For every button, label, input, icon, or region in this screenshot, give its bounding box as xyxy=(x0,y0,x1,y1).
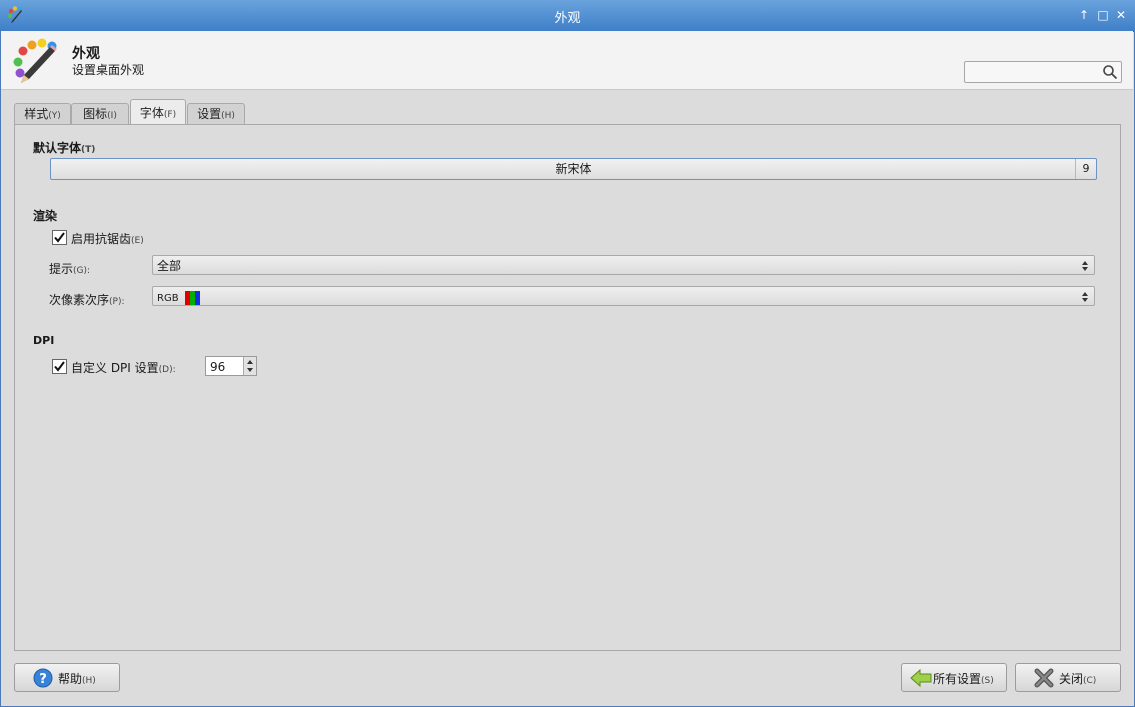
svg-text:?: ? xyxy=(39,672,47,687)
dpi-heading: DPI xyxy=(33,334,55,347)
back-arrow-icon xyxy=(910,668,932,688)
close-window-button[interactable]: ✕ xyxy=(1114,8,1128,22)
hint-select[interactable]: 全部 xyxy=(152,255,1095,275)
custom-dpi-label: 自定义 DPI 设置(D): xyxy=(71,361,176,375)
rgb-order-icon xyxy=(185,290,201,305)
page-subtitle: 设置桌面外观 xyxy=(72,63,145,77)
help-icon: ? xyxy=(33,668,53,688)
antialias-label: 启用抗锯齿(E) xyxy=(71,232,144,246)
rendering-heading: 渲染 xyxy=(33,209,58,223)
search-input[interactable] xyxy=(964,61,1122,83)
appearance-icon xyxy=(13,38,57,83)
page-title: 外观 xyxy=(72,46,100,62)
checkmark-icon xyxy=(54,232,65,243)
close-icon xyxy=(1034,668,1054,688)
tab-fonts[interactable]: 字体(F) xyxy=(130,99,186,126)
default-font-button[interactable]: 新宋体 9 xyxy=(50,158,1097,180)
hint-label: 提示(G): xyxy=(49,262,91,276)
checkmark-icon xyxy=(54,361,65,372)
dpi-spinbox[interactable]: 96 xyxy=(205,356,257,376)
subpixel-value: RGB xyxy=(157,293,179,304)
dpi-value: 96 xyxy=(210,360,226,374)
all-settings-button[interactable]: 所有设置(S) xyxy=(901,663,1007,692)
close-button[interactable]: 关闭(C) xyxy=(1015,663,1121,692)
hint-value: 全部 xyxy=(157,259,182,273)
tab-settings[interactable]: 设置(H) xyxy=(187,103,245,125)
subpixel-label: 次像素次序(P): xyxy=(49,293,125,307)
title-bar: 外观 ↑ □ ✕ xyxy=(0,0,1135,32)
spin-arrows-icon xyxy=(247,360,253,372)
fonts-panel xyxy=(14,124,1121,651)
search-icon xyxy=(1103,65,1118,80)
window-title: 外观 xyxy=(554,11,581,26)
spin-buttons[interactable] xyxy=(243,357,256,375)
font-name: 新宋体 xyxy=(555,162,592,176)
antialias-checkbox[interactable] xyxy=(52,230,67,245)
font-size: 9 xyxy=(1075,159,1096,179)
maximize-button[interactable]: □ xyxy=(1096,8,1110,22)
keep-above-button[interactable]: ↑ xyxy=(1077,8,1091,22)
subpixel-select[interactable]: RGB xyxy=(152,286,1095,306)
tab-icons[interactable]: 图标(I) xyxy=(71,103,129,125)
tab-style[interactable]: 样式(Y) xyxy=(14,103,71,125)
custom-dpi-checkbox[interactable] xyxy=(52,359,67,374)
updown-arrow-icon xyxy=(1082,261,1088,271)
help-button[interactable]: ? 帮助(H) xyxy=(14,663,120,692)
default-font-heading: 默认字体(T) xyxy=(33,141,96,155)
updown-arrow-icon xyxy=(1082,292,1088,302)
